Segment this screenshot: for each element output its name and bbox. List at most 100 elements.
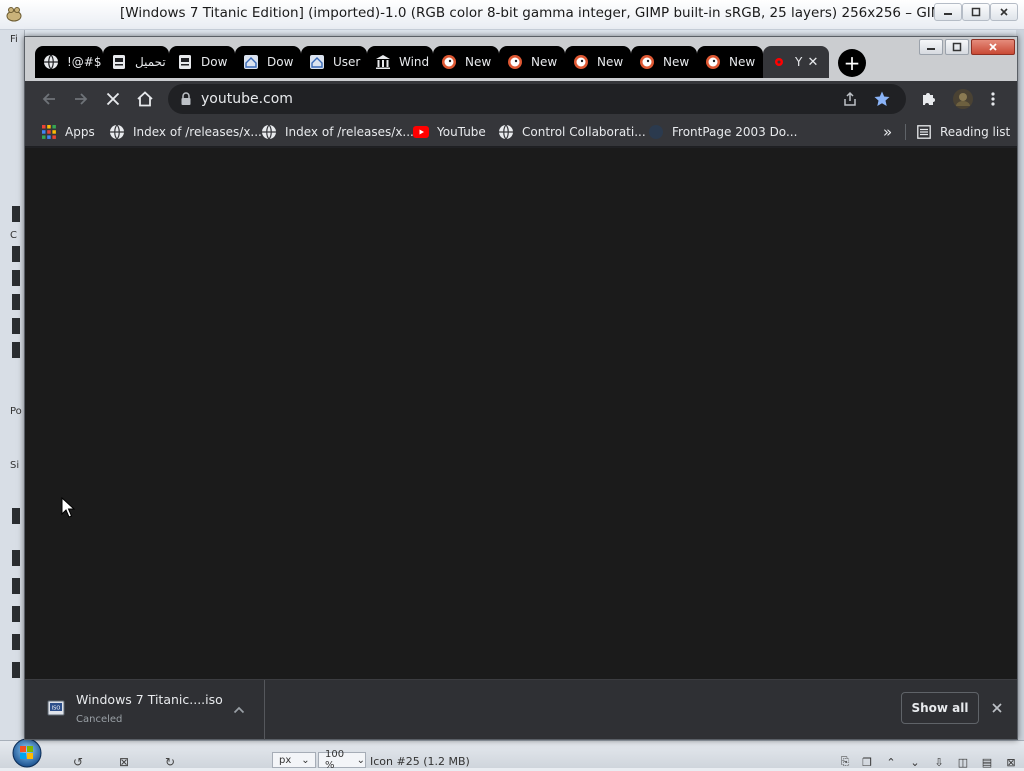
show-all-downloads-button[interactable]: Show all (901, 692, 979, 724)
toolbox-tool[interactable] (12, 578, 20, 594)
layer-copy-icon[interactable]: ❐ (860, 756, 874, 769)
house-icon (243, 54, 259, 70)
tab[interactable]: New (697, 46, 763, 78)
bookmark-youtube[interactable]: YouTube (413, 123, 486, 141)
arrow-right-icon (75, 93, 88, 105)
minimize-icon (927, 48, 935, 50)
bookmarks-bar: Apps Index of /releases/x... Index of /r… (25, 117, 1017, 147)
reading-list-label: Reading list (940, 125, 1011, 139)
tab[interactable]: New (565, 46, 631, 78)
tab[interactable]: New (631, 46, 697, 78)
reading-list-button[interactable]: Reading list (916, 123, 1010, 141)
globe-icon (261, 124, 277, 140)
bookmark-item[interactable]: Control Collaborati... (498, 123, 646, 141)
toolbox-tool[interactable] (12, 550, 20, 566)
tab-title: Dow (201, 55, 228, 69)
gimp-close-button[interactable] (990, 3, 1018, 21)
tab-title: Wind (399, 55, 430, 69)
minimize-icon (944, 13, 952, 15)
layer-down-icon[interactable]: ⌄ (908, 756, 922, 769)
toolbox-tool[interactable] (12, 634, 20, 650)
gimp-restore-button[interactable] (962, 3, 990, 21)
bookmark-item[interactable]: FrontPage 2003 Do... (648, 123, 797, 141)
browser-toolbar: youtube.com (25, 81, 1017, 117)
toolbox-tool[interactable] (12, 342, 20, 358)
tab[interactable]: New (499, 46, 565, 78)
windows-start-orb-icon[interactable] (8, 736, 46, 768)
reset-icon[interactable]: ↻ (162, 755, 178, 769)
duckduckgo-icon (705, 54, 721, 70)
layer-merge-icon[interactable]: ⇩ (932, 756, 946, 769)
toolbox-tool[interactable] (12, 606, 20, 622)
download-filename: Windows 7 Titanic....iso (76, 692, 223, 707)
back-button[interactable] (37, 87, 61, 111)
tab-active[interactable]: Y ✕ (763, 46, 829, 78)
duckduckgo-icon (441, 54, 457, 70)
document-icon (177, 54, 193, 70)
address-bar[interactable]: youtube.com (168, 84, 906, 114)
close-icon (992, 703, 1002, 713)
unit-select[interactable]: px ⌄ (272, 752, 316, 768)
toolbox-tool[interactable] (12, 206, 20, 222)
extensions-button[interactable] (917, 87, 941, 111)
toolbox-tool[interactable] (12, 294, 20, 310)
youtube-icon (413, 124, 429, 140)
bookmark-label: Index of /releases/x... (133, 125, 262, 139)
gimp-titlebar[interactable]: [Windows 7 Titanic Edition] (imported)-1… (0, 0, 1024, 30)
mouse-cursor-icon (61, 497, 75, 518)
layer-delete-icon[interactable]: ⊠ (1004, 756, 1018, 769)
clear-icon[interactable]: ⊠ (116, 755, 132, 769)
tab-close-icon[interactable]: ✕ (805, 54, 821, 70)
forward-button[interactable] (69, 87, 93, 111)
layer-anchor-icon[interactable]: ⎘ (838, 755, 852, 768)
layer-new-icon[interactable]: ▤ (980, 756, 994, 769)
download-menu-button[interactable] (231, 702, 247, 718)
chrome-maximize-button[interactable] (945, 39, 969, 55)
tab-title: New (531, 55, 558, 69)
new-tab-button[interactable]: + (838, 49, 866, 77)
share-button[interactable] (838, 87, 862, 111)
tab-title: User (333, 55, 361, 69)
toolbox-tool[interactable] (12, 508, 20, 524)
tab[interactable]: !@#$ (35, 46, 103, 78)
puzzle-piece-icon (923, 93, 935, 105)
tab-strip: !@#$ تحميل Dow Dow User Wind New New New… (25, 37, 1017, 81)
toolbox-tool[interactable] (12, 246, 20, 262)
tab[interactable]: New (433, 46, 499, 78)
tab[interactable]: Wind (367, 46, 433, 78)
layer-up-icon[interactable]: ⌃ (884, 756, 898, 769)
duckduckgo-icon (573, 54, 589, 70)
download-item[interactable]: ISO Windows 7 Titanic....iso Canceled (25, 680, 265, 740)
bookmark-label: FrontPage 2003 Do... (672, 125, 798, 139)
bookmark-apps[interactable]: Apps (41, 123, 95, 141)
tab[interactable]: Dow (169, 46, 235, 78)
chrome-menu-button[interactable] (981, 87, 1005, 111)
close-download-shelf-button[interactable] (989, 700, 1005, 716)
page-content-area[interactable] (25, 148, 1017, 679)
tab[interactable]: تحميل (103, 46, 169, 78)
duckduckgo-icon (639, 54, 655, 70)
toolbox-label: Si (10, 460, 20, 471)
bookmark-star-button[interactable] (870, 87, 894, 111)
chrome-minimize-button[interactable] (919, 39, 943, 55)
bookmarks-overflow-button[interactable]: » (883, 123, 892, 141)
toolbox-tool[interactable] (12, 662, 20, 678)
globe-icon (43, 54, 59, 70)
bookmark-item[interactable]: Index of /releases/x... (261, 123, 414, 141)
toolbox-tool[interactable] (12, 318, 20, 334)
stop-loading-button[interactable] (101, 87, 125, 111)
layer-mask-icon[interactable]: ◫ (956, 756, 970, 769)
zoom-select[interactable]: 100 % ⌄ (318, 749, 366, 771)
bookmark-item[interactable]: Index of /releases/x... (109, 123, 262, 141)
profile-avatar[interactable] (951, 87, 975, 111)
tab[interactable]: User (301, 46, 367, 78)
chrome-close-button[interactable] (971, 39, 1015, 55)
globe-icon (498, 124, 514, 140)
toolbox-tool[interactable] (12, 270, 20, 286)
iso-file-icon: ISO (47, 700, 65, 716)
duckduckgo-icon (507, 54, 523, 70)
home-button[interactable] (133, 87, 157, 111)
tab[interactable]: Dow (235, 46, 301, 78)
gimp-minimize-button[interactable] (934, 3, 962, 21)
undo-icon[interactable]: ↺ (70, 755, 86, 769)
